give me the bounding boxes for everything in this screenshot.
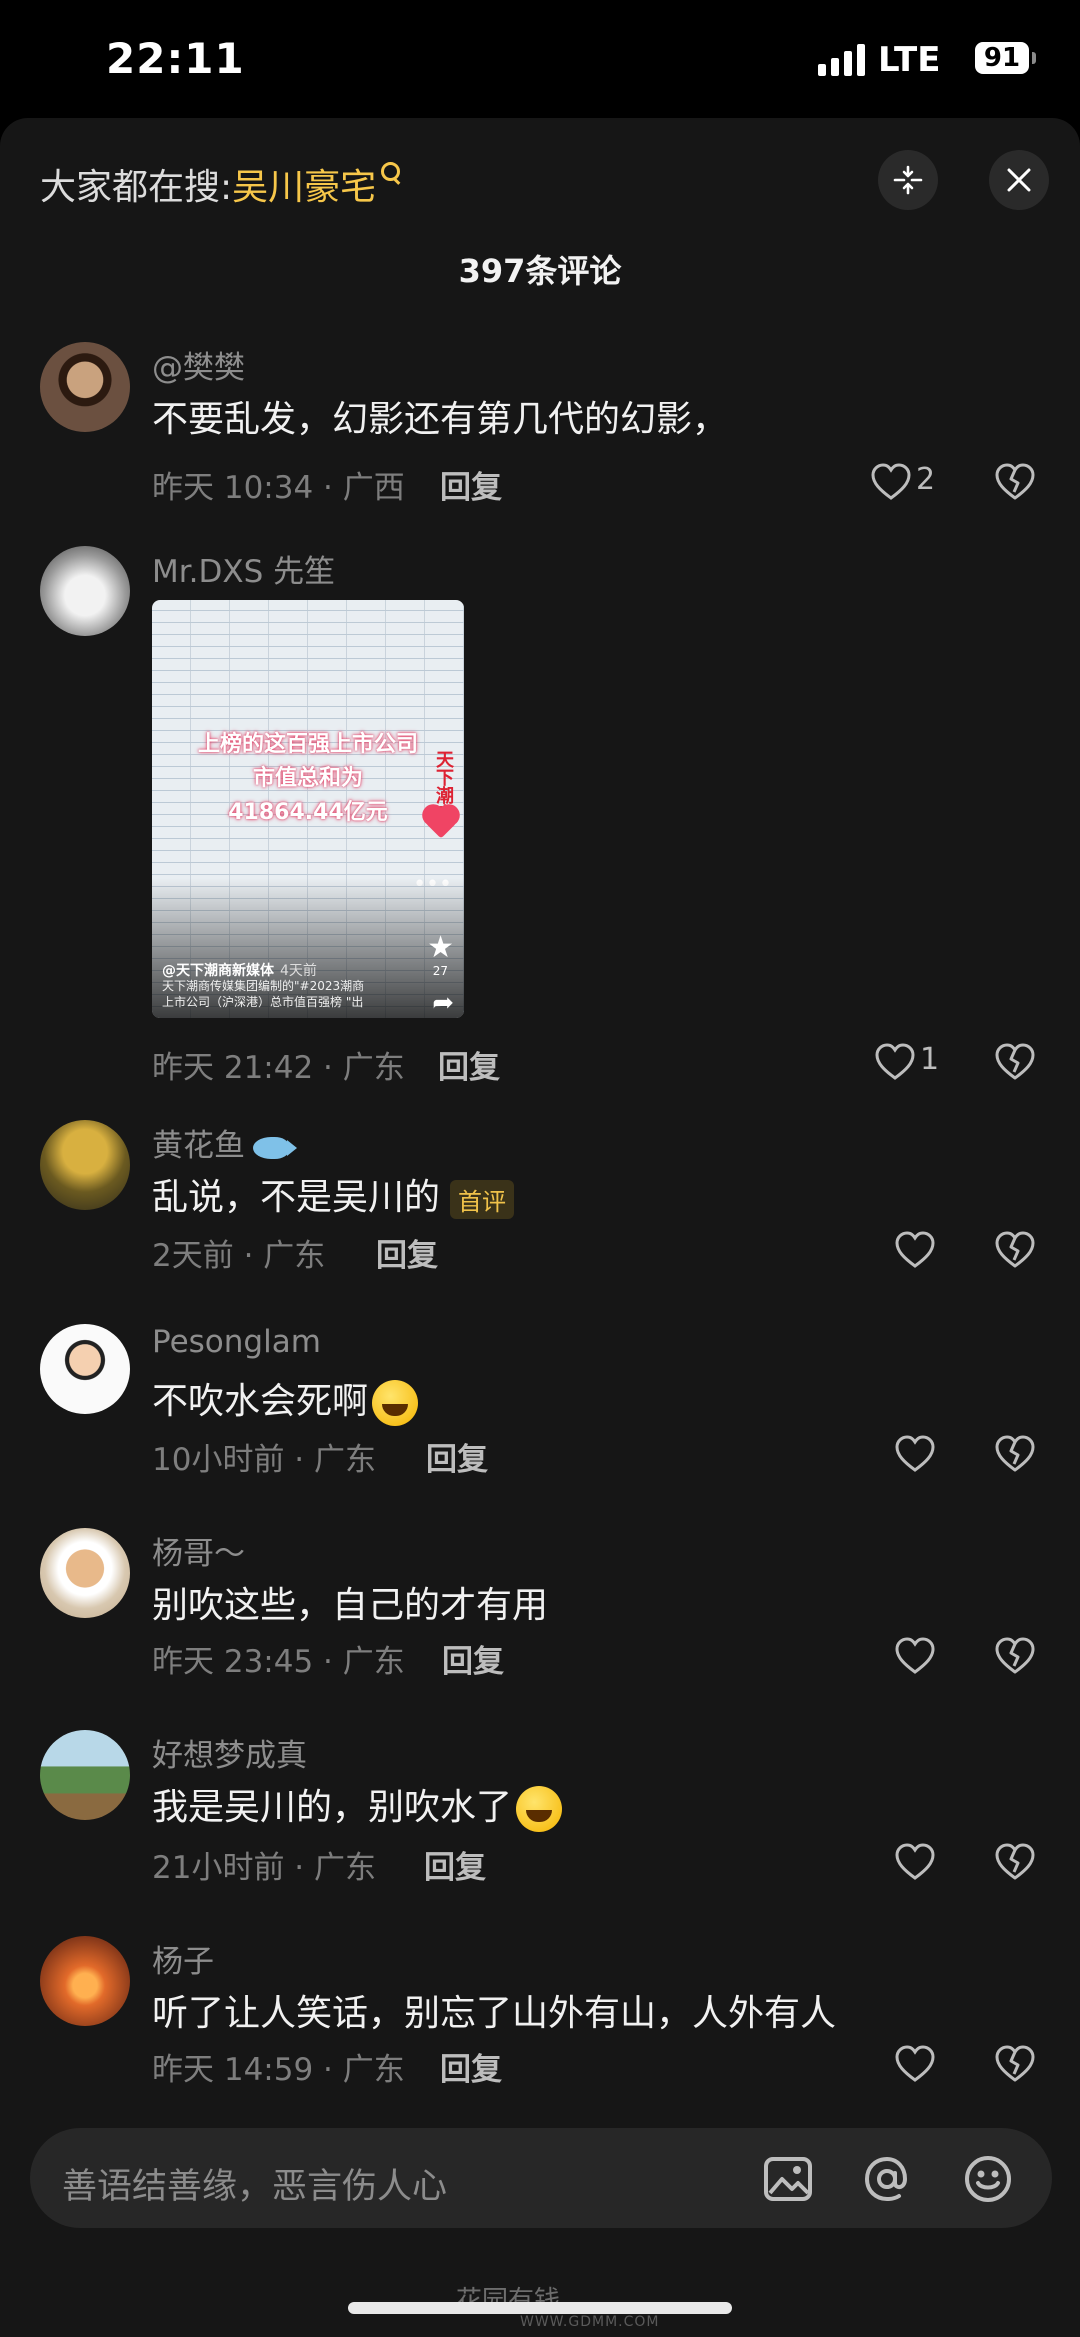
status-bar: 22:11 LTE 91	[0, 0, 1080, 118]
broken-heart-icon	[995, 1843, 1035, 1880]
like-button[interactable]	[894, 1432, 984, 1476]
video-thumbnail[interactable]: 上榜的这百强上市公司 市值总和为 41864.44亿元 天下潮商 ••• ★ 2…	[152, 600, 464, 1018]
reply-button[interactable]: 回复	[424, 1842, 486, 1887]
comment-text: 别吹这些，自己的才有用	[152, 1585, 549, 1626]
collapse-icon	[893, 165, 923, 195]
comment-input[interactable]: 善语结善缘，恶言伤人心	[30, 2128, 1052, 2228]
reply-button[interactable]: 回复	[440, 462, 502, 507]
video-share-icon: ➦	[432, 988, 454, 1018]
watermark-url: WWW.GDMM.COM	[520, 2314, 660, 2330]
comment-count: 397条评论	[458, 252, 622, 290]
fish-icon	[253, 1136, 297, 1159]
avatar[interactable]	[40, 1936, 130, 2026]
comment-username[interactable]: 好想梦成真	[152, 1730, 307, 1775]
trending-search[interactable]: 大家都在搜:吴川豪宅	[40, 158, 401, 210]
like-count: 2	[916, 462, 936, 497]
comment-username[interactable]: @樊樊	[152, 342, 245, 387]
video-favorite-count: 27	[432, 964, 448, 978]
like-button[interactable]	[894, 2042, 984, 2086]
like-button[interactable]	[894, 1634, 984, 1678]
video-value: 41864.44亿元	[228, 800, 388, 825]
comment-text: 乱说，不是吴川的 首评	[152, 1168, 515, 1220]
broken-heart-icon	[995, 1637, 1035, 1674]
broken-heart-icon	[995, 463, 1035, 500]
like-count: 1	[920, 1042, 940, 1077]
comment-meta: 昨天 23:45 · 广东	[152, 1644, 405, 1680]
avatar[interactable]	[40, 1528, 130, 1618]
heart-icon	[895, 1843, 935, 1880]
broken-heart-icon	[995, 1435, 1035, 1472]
comment-input-placeholder: 善语结善缘，恶言伤人心	[62, 2167, 448, 2207]
search-icon	[381, 162, 401, 181]
dislike-button[interactable]	[994, 1230, 1038, 1274]
comment-text: 不要乱发，幻影还有第几代的幻影，	[152, 399, 729, 440]
comment-username[interactable]: Mr.DXS 先笙	[152, 546, 335, 591]
comment-text: 听了让人笑话，别忘了山外有山，人外有人	[152, 1993, 837, 2034]
network-label: LTE	[878, 40, 941, 80]
sweat-smile-emoji-icon	[516, 1786, 563, 1832]
broken-heart-icon	[995, 1231, 1035, 1268]
comment-meta: 昨天 14:59 · 广东	[152, 2052, 405, 2088]
video-description: 天下潮商传媒集团编制的"#2023潮商 上市公司（沪深港）总市值百强榜 "出	[162, 979, 365, 1009]
close-icon	[1007, 168, 1031, 192]
battery-icon: 91	[975, 42, 1036, 74]
close-button[interactable]	[989, 150, 1049, 210]
like-button[interactable]: 2	[870, 460, 960, 504]
image-icon[interactable]	[762, 2153, 814, 2205]
avatar[interactable]	[40, 546, 130, 636]
video-headline: 上榜的这百强上市公司	[197, 732, 418, 757]
comment-meta: 21小时前 · 广东	[152, 1850, 377, 1886]
comment-text: 我是吴川的，别吹水了	[152, 1778, 563, 1832]
comment-username[interactable]: 黄花鱼	[152, 1120, 297, 1165]
avatar[interactable]	[40, 342, 130, 432]
like-button[interactable]: 1	[874, 1040, 964, 1084]
home-indicator[interactable]	[348, 2302, 732, 2314]
mention-icon[interactable]	[861, 2153, 913, 2205]
avatar[interactable]	[40, 1730, 130, 1820]
comment-username[interactable]: Pesonglam	[152, 1324, 321, 1360]
video-favorite-icon: ★	[427, 930, 454, 965]
reply-button[interactable]: 回复	[426, 1434, 488, 1479]
heart-icon	[895, 1435, 935, 1472]
like-button[interactable]	[894, 1228, 984, 1272]
comment-text: 不吹水会死啊	[152, 1372, 419, 1426]
video-author: @天下潮商新媒体 4天前	[162, 963, 317, 979]
broken-heart-icon	[995, 2045, 1035, 2082]
comment-username[interactable]: 杨子	[152, 1936, 214, 1981]
trending-search-keyword[interactable]: 吴川豪宅	[232, 167, 376, 208]
avatar[interactable]	[40, 1120, 130, 1210]
heart-icon	[895, 1231, 935, 1268]
signal-icon	[818, 44, 868, 76]
avatar[interactable]	[40, 1324, 130, 1414]
reply-button[interactable]: 回复	[440, 2044, 502, 2089]
dislike-button[interactable]	[994, 1842, 1038, 1886]
collapse-button[interactable]	[878, 150, 938, 210]
first-comment-badge: 首评	[450, 1179, 515, 1219]
dislike-button[interactable]	[994, 1434, 1038, 1478]
video-subline: 市值总和为	[252, 766, 363, 791]
dislike-button[interactable]	[994, 462, 1038, 506]
reply-button[interactable]: 回复	[438, 1042, 500, 1087]
heart-icon	[895, 1637, 935, 1674]
emoji-icon[interactable]	[962, 2153, 1014, 2205]
heart-icon	[875, 1043, 915, 1080]
comment-meta: 2天前 · 广东	[152, 1238, 326, 1274]
laughing-emoji-icon	[372, 1380, 419, 1426]
heart-icon	[895, 2045, 935, 2082]
comment-username[interactable]: 杨哥～	[152, 1528, 245, 1573]
trending-search-prefix: 大家都在搜:	[40, 167, 233, 208]
dislike-button[interactable]	[994, 1042, 1038, 1086]
reply-button[interactable]: 回复	[376, 1230, 438, 1275]
status-time: 22:11	[106, 34, 245, 83]
comment-meta: 昨天 10:34 · 广西	[152, 470, 405, 506]
comment-meta: 10小时前 · 广东	[152, 1442, 377, 1478]
comments-sheet: 大家都在搜:吴川豪宅 397条评论 @樊樊 不要乱发，幻影还有第几代的幻影， 昨…	[0, 118, 1080, 2337]
reply-button[interactable]: 回复	[442, 1636, 504, 1681]
heart-icon	[871, 463, 911, 500]
like-button[interactable]	[894, 1840, 984, 1884]
dislike-button[interactable]	[994, 1636, 1038, 1680]
dislike-button[interactable]	[994, 2044, 1038, 2088]
broken-heart-icon	[995, 1043, 1035, 1080]
comment-meta: 昨天 21:42 · 广东	[152, 1050, 405, 1086]
